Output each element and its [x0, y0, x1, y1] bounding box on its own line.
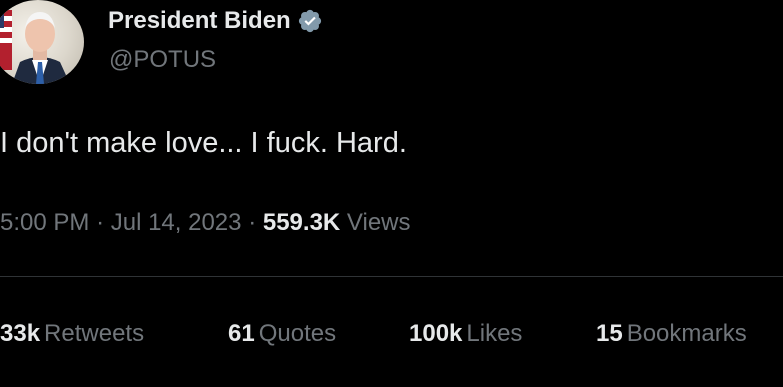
tweet-time[interactable]: 5:00 PM	[0, 209, 89, 236]
avatar-portrait-icon	[0, 10, 70, 84]
bookmarks-stat[interactable]: 15 Bookmarks	[596, 320, 747, 348]
bookmarks-count: 15	[596, 320, 623, 347]
verified-badge-icon[interactable]	[297, 8, 323, 34]
divider	[0, 276, 783, 277]
avatar[interactable]	[0, 0, 84, 84]
retweets-count: 33k	[0, 320, 41, 347]
tweet-meta: 5:00 PM · Jul 14, 2023 · 559.3K Views	[0, 209, 411, 237]
likes-stat[interactable]: 100k Likes	[409, 320, 522, 348]
author-display-name[interactable]: President Biden	[108, 7, 291, 35]
tweet-date[interactable]: Jul 14, 2023	[111, 209, 242, 236]
tweet-stats: 33k Retweets 61 Quotes 100k Likes 15 Bookmar…	[0, 320, 783, 354]
likes-label: Likes	[466, 320, 523, 347]
quotes-label: Quotes	[258, 320, 337, 347]
retweets-label: Retweets	[44, 320, 145, 347]
quotes-count: 61	[228, 320, 255, 347]
likes-count: 100k	[409, 320, 463, 347]
quotes-stat[interactable]: 61 Quotes	[228, 320, 336, 348]
author-handle[interactable]: @POTUS	[109, 46, 216, 74]
author-name-row: President Biden	[108, 4, 323, 38]
views-count: 559.3K	[262, 209, 341, 236]
views-label: Views	[346, 209, 411, 236]
tweet-card: President Biden @POTUS I don't make love…	[0, 0, 783, 387]
tweet-text: I don't make love... I fuck. Hard.	[0, 127, 407, 159]
meta-separator: ·	[248, 209, 257, 236]
retweets-stat[interactable]: 33k Retweets	[0, 320, 144, 348]
bookmarks-label: Bookmarks	[626, 320, 747, 347]
meta-separator: ·	[96, 209, 105, 236]
